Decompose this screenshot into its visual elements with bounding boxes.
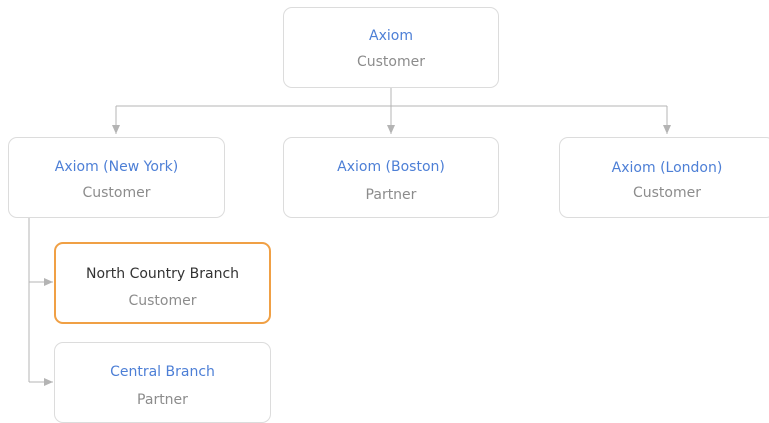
- node-axiom-london[interactable]: Axiom (London) Customer: [559, 137, 769, 218]
- node-type: Customer: [632, 185, 701, 201]
- node-type: Partner: [365, 187, 417, 203]
- node-type: Partner: [137, 392, 188, 408]
- node-name: Axiom (Boston): [337, 159, 445, 175]
- node-type: Customer: [128, 293, 197, 309]
- node-name: Axiom (New York): [54, 159, 179, 175]
- node-axiom-new-york[interactable]: Axiom (New York) Customer: [8, 137, 225, 218]
- node-type: Customer: [82, 185, 151, 201]
- node-axiom-boston[interactable]: Axiom (Boston) Partner: [283, 137, 499, 218]
- node-name: Axiom (London): [611, 160, 723, 176]
- node-type: Customer: [356, 54, 425, 70]
- node-name: Central Branch: [110, 364, 215, 380]
- node-name: Axiom: [369, 28, 413, 44]
- node-north-country-branch[interactable]: North Country Branch Customer: [54, 242, 271, 324]
- node-name: North Country Branch: [85, 266, 240, 282]
- node-axiom-root[interactable]: Axiom Customer: [283, 7, 499, 88]
- node-central-branch[interactable]: Central Branch Partner: [54, 342, 271, 423]
